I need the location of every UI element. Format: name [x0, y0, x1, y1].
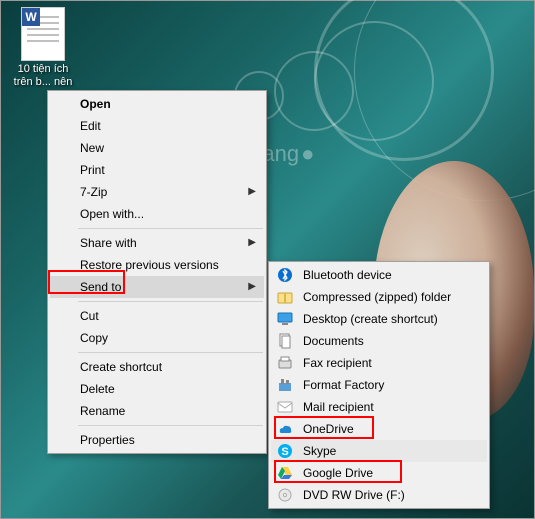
menu-open-with[interactable]: Open with... [50, 203, 264, 225]
submenu-dvd[interactable]: DVD RW Drive (F:) [271, 484, 487, 506]
document-thumb-icon: W [21, 7, 65, 61]
submenu-bluetooth[interactable]: Bluetooth device [271, 264, 487, 286]
separator [78, 425, 263, 426]
svg-text:S: S [281, 446, 288, 458]
submenu-documents[interactable]: Documents [271, 330, 487, 352]
submenu-zip[interactable]: Compressed (zipped) folder [271, 286, 487, 308]
submenu-mail[interactable]: Mail recipient [271, 396, 487, 418]
context-menu: Open Edit New Print 7-Zip▶ Open with... … [47, 90, 267, 454]
submenu-fax[interactable]: Fax recipient [271, 352, 487, 374]
menu-delete[interactable]: Delete [50, 378, 264, 400]
submenu-onedrive[interactable]: OneDrive [271, 418, 487, 440]
menu-open[interactable]: Open [50, 93, 264, 115]
menu-cut[interactable]: Cut [50, 305, 264, 327]
separator [78, 301, 263, 302]
format-factory-icon [277, 377, 293, 393]
onedrive-icon [277, 421, 293, 437]
chevron-right-icon: ▶ [248, 281, 256, 292]
submenu-format-factory[interactable]: Format Factory [271, 374, 487, 396]
desktop-icon [277, 311, 293, 327]
bluetooth-icon [277, 267, 293, 283]
menu-new[interactable]: New [50, 137, 264, 159]
menu-send-to[interactable]: Send to▶ [50, 276, 264, 298]
menu-copy[interactable]: Copy [50, 327, 264, 349]
menu-print[interactable]: Print [50, 159, 264, 181]
submenu-desktop[interactable]: Desktop (create shortcut) [271, 308, 487, 330]
menu-7zip[interactable]: 7-Zip▶ [50, 181, 264, 203]
menu-rename[interactable]: Rename [50, 400, 264, 422]
menu-edit[interactable]: Edit [50, 115, 264, 137]
chevron-right-icon: ▶ [248, 186, 256, 197]
menu-share-with[interactable]: Share with▶ [50, 232, 264, 254]
dvd-drive-icon [277, 487, 293, 503]
separator [78, 352, 263, 353]
fax-icon [277, 355, 293, 371]
googledrive-icon [277, 465, 293, 481]
mail-icon [277, 399, 293, 415]
separator [78, 228, 263, 229]
desktop-file-label: 10 tiện ích trên b... nên [7, 63, 79, 89]
menu-restore[interactable]: Restore previous versions [50, 254, 264, 276]
skype-icon: S [277, 443, 293, 459]
desktop-file-icon[interactable]: W 10 tiện ích trên b... nên [7, 7, 79, 89]
submenu-googledrive[interactable]: Google Drive [271, 462, 487, 484]
zip-folder-icon [277, 289, 293, 305]
menu-properties[interactable]: Properties [50, 429, 264, 451]
documents-icon [277, 333, 293, 349]
sendto-submenu: Bluetooth device Compressed (zipped) fol… [268, 261, 490, 509]
submenu-skype[interactable]: S Skype [271, 440, 487, 462]
chevron-right-icon: ▶ [248, 237, 256, 248]
menu-create-shortcut[interactable]: Create shortcut [50, 356, 264, 378]
